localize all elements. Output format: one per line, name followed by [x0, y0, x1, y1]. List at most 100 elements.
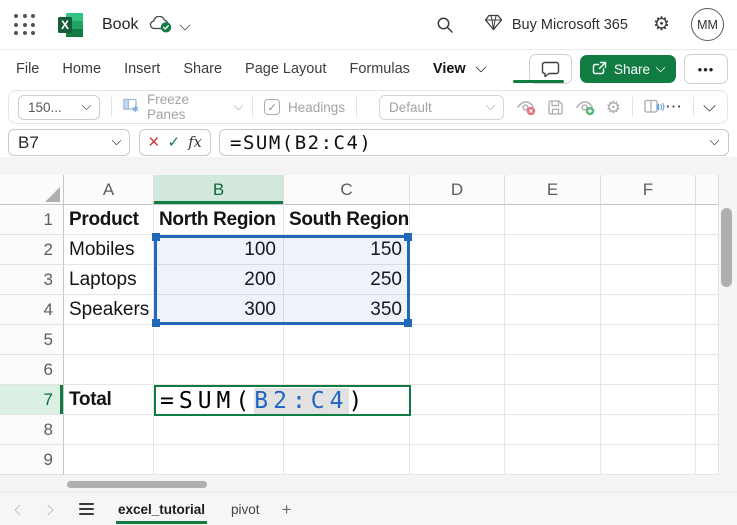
cell-B8[interactable] [154, 415, 284, 445]
row-header-2[interactable]: 2 [0, 235, 64, 265]
cell-F2[interactable] [601, 235, 696, 265]
expand-formula-bar-chevron-icon[interactable] [709, 135, 720, 146]
cell-F4[interactable] [601, 295, 696, 325]
cell-A6[interactable] [64, 355, 154, 385]
cell-C9[interactable] [284, 445, 410, 475]
cell-B1[interactable]: North Region [154, 205, 284, 235]
cell-D7[interactable] [410, 385, 505, 415]
menu-file[interactable]: File [16, 61, 39, 77]
cell-A1[interactable]: Product [64, 205, 154, 235]
cell-A4[interactable]: Speakers [64, 295, 154, 325]
exit-sheet-view-icon[interactable] [516, 99, 536, 116]
add-sheet-button[interactable]: + [282, 501, 292, 518]
cell-G5[interactable] [696, 325, 719, 355]
settings-gear-icon[interactable]: ⚙ [653, 15, 670, 34]
cell-D8[interactable] [410, 415, 505, 445]
active-cell-editor-B7[interactable]: =SUM( B2:C4 ) [154, 385, 411, 416]
col-header-E[interactable]: E [505, 175, 601, 205]
col-header-G-partial[interactable] [696, 175, 719, 205]
more-options-button[interactable]: ••• [684, 54, 728, 84]
range-handle-icon[interactable] [404, 233, 412, 241]
cell-A2[interactable]: Mobiles [64, 235, 154, 265]
sheet-tab-pivot[interactable]: pivot [229, 495, 262, 524]
cell-F3[interactable] [601, 265, 696, 295]
row-header-1[interactable]: 1 [0, 205, 64, 235]
cell-G4[interactable] [696, 295, 719, 325]
row-header-3[interactable]: 3 [0, 265, 64, 295]
cell-G3[interactable] [696, 265, 719, 295]
new-sheet-view-icon[interactable] [575, 99, 595, 116]
cell-E7[interactable] [505, 385, 601, 415]
menu-view[interactable]: View [433, 61, 487, 77]
cell-F1[interactable] [601, 205, 696, 235]
menu-page-layout[interactable]: Page Layout [245, 61, 326, 77]
cell-B5[interactable] [154, 325, 284, 355]
range-handle-icon[interactable] [152, 319, 160, 327]
menu-insert[interactable]: Insert [124, 61, 160, 77]
confirm-entry-button[interactable]: ✓ [167, 135, 180, 150]
menu-share[interactable]: Share [183, 61, 222, 77]
cell-G2[interactable] [696, 235, 719, 265]
cell-D2[interactable] [410, 235, 505, 265]
select-all-corner[interactable] [0, 175, 64, 205]
row-header-4[interactable]: 4 [0, 295, 64, 325]
cell-A8[interactable] [64, 415, 154, 445]
cell-G9[interactable] [696, 445, 719, 475]
cell-D3[interactable] [410, 265, 505, 295]
row-header-5[interactable]: 5 [0, 325, 64, 355]
sheet-list-menu-icon[interactable] [79, 503, 94, 515]
toolbar-overflow-icon[interactable]: ⋯ [665, 98, 682, 115]
title-menu-chevron-icon[interactable] [179, 16, 192, 34]
row-header-8[interactable]: 8 [0, 415, 64, 445]
freeze-panes-dropdown[interactable]: Freeze Panes [123, 92, 243, 122]
col-header-A[interactable]: A [64, 175, 154, 205]
search-icon[interactable] [436, 16, 454, 34]
cell-F5[interactable] [601, 325, 696, 355]
insert-function-button[interactable]: fx [188, 135, 202, 151]
account-avatar[interactable]: MM [691, 8, 724, 41]
col-header-F[interactable]: F [601, 175, 696, 205]
cell-B9[interactable] [154, 445, 284, 475]
cell-E1[interactable] [505, 205, 601, 235]
cell-D5[interactable] [410, 325, 505, 355]
cell-F9[interactable] [601, 445, 696, 475]
row-header-6[interactable]: 6 [0, 355, 64, 385]
app-launcher-icon[interactable] [14, 14, 35, 35]
sheet-view-dropdown[interactable]: Default [378, 94, 504, 120]
horizontal-scrollbar-thumb[interactable] [67, 481, 207, 488]
cell-F7[interactable] [601, 385, 696, 415]
cell-F6[interactable] [601, 355, 696, 385]
cell-A7[interactable]: Total [64, 385, 154, 415]
cell-E4[interactable] [505, 295, 601, 325]
cell-F8[interactable] [601, 415, 696, 445]
cell-A9[interactable] [64, 445, 154, 475]
cancel-entry-button[interactable]: × [148, 133, 159, 152]
cell-E6[interactable] [505, 355, 601, 385]
cell-D4[interactable] [410, 295, 505, 325]
formula-bar-input[interactable]: =SUM(B2:C4) [219, 129, 729, 156]
row-header-9[interactable]: 9 [0, 445, 64, 475]
document-title[interactable]: Book [102, 16, 138, 34]
headings-checkbox[interactable]: ✓ [264, 99, 280, 115]
row-header-7[interactable]: 7 [0, 385, 64, 415]
menu-formulas[interactable]: Formulas [349, 61, 409, 77]
next-sheet-chevron-icon[interactable] [42, 502, 54, 517]
cell-E2[interactable] [505, 235, 601, 265]
cell-C6[interactable] [284, 355, 410, 385]
cell-A3[interactable]: Laptops [64, 265, 154, 295]
cell-G7[interactable] [696, 385, 719, 415]
cell-C5[interactable] [284, 325, 410, 355]
cell-G1[interactable] [696, 205, 719, 235]
vertical-scrollbar-thumb[interactable] [721, 208, 732, 287]
cell-E5[interactable] [505, 325, 601, 355]
cell-D9[interactable] [410, 445, 505, 475]
cell-C8[interactable] [284, 415, 410, 445]
collapse-ribbon-chevron-icon[interactable] [703, 98, 716, 112]
name-box[interactable]: B7 [8, 129, 130, 156]
formula-reference-range-B2-C4[interactable] [152, 233, 412, 327]
cell-C1[interactable]: South Region [284, 205, 410, 235]
cell-E3[interactable] [505, 265, 601, 295]
col-header-C[interactable]: C [284, 175, 410, 205]
previous-sheet-chevron-icon[interactable] [14, 502, 26, 517]
excel-logo-icon[interactable]: X [58, 12, 84, 38]
